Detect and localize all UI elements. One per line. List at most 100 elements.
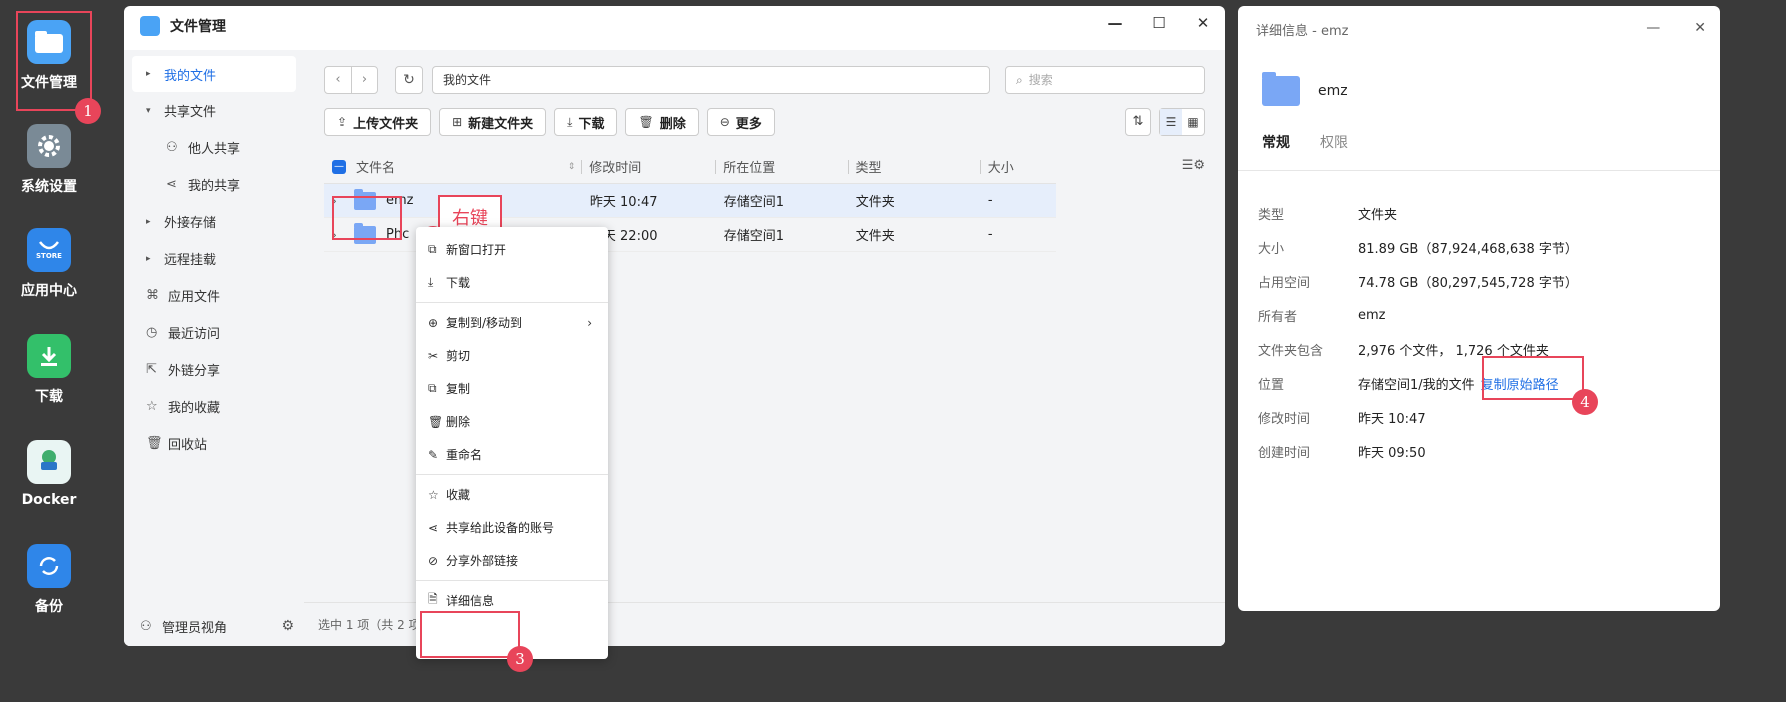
dock-item-download[interactable]: 下载 xyxy=(0,334,98,406)
gear-icon[interactable]: ⚙ xyxy=(281,618,294,634)
back-button[interactable]: ‹ xyxy=(325,67,351,93)
menu-item-label: 收藏 xyxy=(446,488,471,502)
window-titlebar[interactable]: 文件管理 — ☐ ✕ xyxy=(124,6,1225,46)
grid-view-icon[interactable]: ▦ xyxy=(1182,109,1204,135)
docker-icon xyxy=(27,440,71,484)
caret-right-icon: ▸ xyxy=(146,253,151,264)
menu-item-open-new-window[interactable]: ⧉ 新窗口打开 xyxy=(416,233,608,266)
maximize-button[interactable]: ☐ xyxy=(1149,14,1169,32)
minimize-button[interactable]: — xyxy=(1105,14,1125,32)
new-folder-button[interactable]: ⊞ 新建文件夹 xyxy=(439,108,547,136)
more-button[interactable]: ⊖ 更多 xyxy=(706,108,775,136)
sidebar-item-recent[interactable]: ◷ 最近访问 xyxy=(124,314,304,351)
delete-button[interactable]: 🗑 删除 xyxy=(625,108,699,136)
download-icon xyxy=(27,334,71,378)
property-key: 大小 xyxy=(1258,241,1285,257)
sidebar-item-external-links[interactable]: ⇱ 外链分享 xyxy=(124,351,304,388)
admin-view-toggle[interactable]: ⚇ 管理员视角 ⚙ xyxy=(124,606,304,646)
property-value: emz xyxy=(1358,307,1386,323)
divider xyxy=(1238,170,1720,171)
select-all-checkbox[interactable]: — xyxy=(332,159,346,174)
menu-item-copy[interactable]: ⧉ 复制 xyxy=(416,372,608,405)
details-header: emz xyxy=(1262,72,1348,106)
file-manager-window: 文件管理 — ☐ ✕ ▸ 我的文件 ▾ 共享文件 ⚇ 他人共享 ⋖ 我的共享 ▸… xyxy=(124,6,1225,646)
column-size[interactable]: 大小 xyxy=(979,150,1056,184)
sidebar-item-shared-files[interactable]: ▾ 共享文件 xyxy=(132,92,304,129)
property-value: 昨天 10:47 xyxy=(1358,411,1426,427)
details-titlebar[interactable]: 详细信息 - emz — ✕ xyxy=(1238,6,1720,52)
store-text: STORE xyxy=(36,252,62,260)
list-view-icon[interactable]: ☰ xyxy=(1160,109,1182,135)
document-icon: 🗎 xyxy=(428,592,438,606)
column-settings-icon[interactable]: ☰⚙ xyxy=(1182,158,1205,173)
close-button[interactable]: ✕ xyxy=(1193,14,1213,32)
sidebar-item-label: 最近访问 xyxy=(168,327,221,342)
property-value: 昨天 09:50 xyxy=(1358,445,1426,461)
sidebar-item-others-shared[interactable]: ⚇ 他人共享 xyxy=(124,129,304,166)
sidebar-item-favorites[interactable]: ☆ 我的收藏 xyxy=(124,388,304,425)
property-key: 占用空间 xyxy=(1258,275,1311,291)
menu-item-share-link[interactable]: ⊘ 分享外部链接 xyxy=(416,544,608,577)
minimize-button[interactable]: — xyxy=(1646,20,1660,36)
dock-item-backup[interactable]: 备份 xyxy=(0,544,98,616)
link-icon: ⊘ xyxy=(428,553,439,568)
property-row: 修改时间 昨天 10:47 xyxy=(1258,400,1578,434)
property-row: 所有者 emz xyxy=(1258,298,1578,332)
admin-view-label: 管理员视角 xyxy=(162,620,228,636)
dock-item-docker[interactable]: Docker xyxy=(0,440,98,508)
tab-permissions[interactable]: 权限 xyxy=(1320,132,1348,166)
apps-icon: ⌘ xyxy=(146,288,159,303)
sort-arrows-icon: ⇕ xyxy=(567,161,576,172)
user-icon: ⚇ xyxy=(140,618,152,634)
property-key: 修改时间 xyxy=(1258,411,1311,427)
size-cell: - xyxy=(987,193,993,208)
menu-item-copy-move[interactable]: ⊕ 复制到/移动到 › xyxy=(416,306,608,339)
annotation-box-4 xyxy=(1482,356,1584,400)
search-icon: ⌕ xyxy=(1016,73,1023,87)
sidebar-item-label: 远程挂载 xyxy=(164,253,217,268)
search-input[interactable]: ⌕ 搜索 xyxy=(1005,66,1205,94)
sort-button[interactable]: ⇅ xyxy=(1125,108,1151,136)
column-location[interactable]: 所在位置 xyxy=(715,150,847,184)
tab-general[interactable]: 常规 xyxy=(1262,132,1290,166)
column-modified[interactable]: 修改时间 xyxy=(581,150,715,184)
annotation-badge-3: 3 xyxy=(507,646,533,672)
property-row: 类型 文件夹 xyxy=(1258,196,1578,230)
menu-item-favorite[interactable]: ☆ 收藏 xyxy=(416,478,608,511)
dock-label: 应用中心 xyxy=(21,283,77,299)
sidebar-item-label: 我的共享 xyxy=(188,179,241,194)
column-type[interactable]: 类型 xyxy=(847,150,980,184)
context-menu: ⧉ 新窗口打开 ⤓ 下载 ⊕ 复制到/移动到 › ✂ 剪切 ⧉ 复制 🗑 删除 ✎ 重命名 ☆ 收… xyxy=(416,227,608,659)
menu-item-rename[interactable]: ✎ 重命名 xyxy=(416,438,608,471)
sidebar-item-app-files[interactable]: ⌘ 应用文件 xyxy=(124,277,304,314)
location-cell: 存储空间1 xyxy=(723,195,784,210)
close-button[interactable]: ✕ xyxy=(1694,20,1706,36)
star-icon: ☆ xyxy=(428,487,439,502)
sidebar-item-my-files[interactable]: ▸ 我的文件 xyxy=(132,56,296,92)
new-window-icon: ⧉ xyxy=(428,242,437,256)
path-input[interactable]: 我的文件 xyxy=(432,66,990,94)
external-link-icon: ⇱ xyxy=(146,362,157,377)
folder-icon xyxy=(1262,72,1300,106)
refresh-button[interactable]: ↻ xyxy=(395,66,423,94)
sidebar-item-remote-mount[interactable]: ▸ 远程挂载 xyxy=(132,240,304,277)
sidebar-item-my-shared[interactable]: ⋖ 我的共享 xyxy=(124,166,304,203)
sort-icon: ⇅ xyxy=(1132,114,1144,129)
menu-item-delete[interactable]: 🗑 删除 xyxy=(416,405,608,438)
column-label: 文件名 xyxy=(356,161,396,176)
forward-button[interactable]: › xyxy=(351,67,377,93)
menu-item-download[interactable]: ⤓ 下载 xyxy=(416,266,608,299)
menu-item-share-accounts[interactable]: ⋖ 共享给此设备的账号 xyxy=(416,511,608,544)
upload-folder-button[interactable]: ⇪ 上传文件夹 xyxy=(324,108,432,136)
dock-item-app-center[interactable]: STORE 应用中心 xyxy=(0,228,98,300)
copy-icon: ⧉ xyxy=(428,381,437,395)
column-name[interactable]: — 文件名 ⇕ xyxy=(324,150,581,184)
menu-item-label: 分享外部链接 xyxy=(446,554,519,568)
download-button[interactable]: ⤓ 下载 xyxy=(554,108,618,136)
sidebar-item-recycle-bin[interactable]: 🗑 回收站 xyxy=(124,425,304,462)
menu-item-cut[interactable]: ✂ 剪切 xyxy=(416,339,608,372)
button-label: 下载 xyxy=(578,116,605,132)
sidebar-item-external-storage[interactable]: ▸ 外接存储 xyxy=(132,203,304,240)
table-row[interactable]: › emz 昨天 10:47 存储空间1 文件夹 - xyxy=(324,184,1056,218)
dock-item-settings[interactable]: 系统设置 xyxy=(0,124,98,196)
